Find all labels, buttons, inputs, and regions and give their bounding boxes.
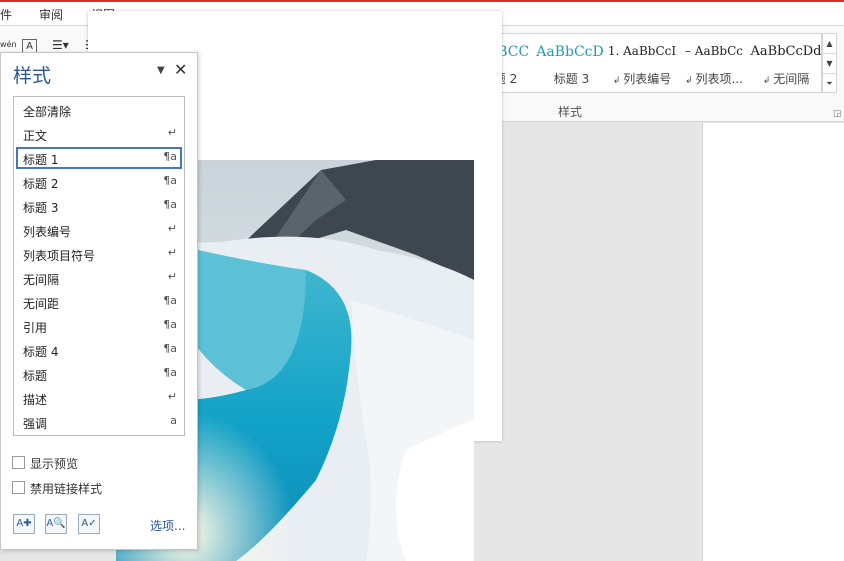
style-type-icon: ¶a — [163, 318, 177, 331]
gallery-scroll-down-icon[interactable]: ▼ — [823, 54, 836, 74]
style-type-icon: ¶a — [163, 366, 177, 379]
gallery-style-item[interactable]: AaBbCcDd ↲ 无间隔 — [750, 34, 822, 92]
pane-title: 样式 — [13, 65, 52, 87]
gallery-style-item[interactable]: 1. AaBbCcI ↲ 列表编号 — [606, 34, 678, 92]
gallery-style-label: 无间隔 — [773, 72, 810, 86]
gallery-style-sample: AaBbCcD — [536, 44, 604, 60]
style-name: 标题 2 — [23, 177, 59, 191]
tab-file[interactable]: 件 — [0, 6, 12, 23]
paragraph-mark-icon: ↲ — [762, 76, 771, 86]
style-list-item[interactable]: 无间距 ¶a — [16, 291, 182, 313]
style-name: 描述 — [23, 393, 48, 407]
show-preview-checkbox[interactable] — [12, 456, 25, 469]
style-list-item[interactable]: 标题 1 ¶a — [16, 147, 182, 169]
gallery-style-label: 列表编号 — [623, 72, 672, 86]
styles-pane: 样式 ▼ ✕ 全部清除 正文 ↵ 标题 1 ¶a 标题 2 ¶a 标题 3 ¶a 列表编号 ↵ 列表项… — [0, 52, 198, 550]
style-list-item[interactable]: 标题 ¶a — [16, 363, 182, 385]
style-list-item[interactable]: 列表项目符号 ↵ — [16, 243, 182, 265]
style-type-icon: ¶a — [163, 342, 177, 355]
styles-group-label: 样式 — [558, 105, 583, 119]
style-name: 全部清除 — [23, 105, 72, 119]
options-link[interactable]: 选项... — [150, 517, 185, 534]
style-name: 无间隔 — [23, 273, 60, 287]
style-list-item[interactable]: 标题 4 ¶a — [16, 339, 182, 361]
gallery-style-item[interactable]: – AaBbCc ↲ 列表项... — [678, 34, 750, 92]
gallery-style-sample: AaBbCcDd — [750, 44, 822, 59]
style-type-icon: ¶a — [163, 294, 177, 307]
style-list-item[interactable]: 列表编号 ↵ — [16, 219, 182, 241]
gallery-style-label: 标题 3 — [553, 72, 590, 86]
style-type-icon: ↵ — [167, 222, 177, 235]
style-name: 引用 — [23, 321, 48, 335]
gallery-style-label: 列表项... — [695, 72, 743, 86]
style-list: 全部清除 正文 ↵ 标题 1 ¶a 标题 2 ¶a 标题 3 ¶a 列表编号 ↵ 列表项目符号 ↵ 无间隔… — [13, 96, 185, 436]
style-list-item[interactable]: 标题 3 ¶a — [16, 195, 182, 217]
manage-styles-icon[interactable]: A✓ — [78, 514, 100, 534]
style-list-item[interactable]: 描述 ↵ — [16, 387, 182, 409]
gallery-style-name: 标题 3 — [534, 70, 606, 87]
phonetic-guide-button[interactable]: wén — [0, 40, 17, 49]
style-type-icon: ↵ — [167, 270, 177, 283]
close-icon[interactable]: ✕ — [174, 60, 187, 79]
style-name: 列表项目符号 — [23, 249, 96, 263]
gallery-scroll-up-icon[interactable]: ▲ — [823, 34, 836, 54]
style-name: 无间距 — [23, 297, 60, 311]
gallery-style-sample: – AaBbCc — [684, 44, 744, 58]
navigation-side-pane — [702, 123, 844, 561]
tab-review[interactable]: 审阅 — [39, 6, 63, 23]
style-list-item[interactable]: 全部清除 — [16, 99, 182, 121]
gallery-style-name: ↲ 无间隔 — [750, 70, 822, 87]
style-list-item[interactable]: 无间隔 ↵ — [16, 267, 182, 289]
style-list-item[interactable]: 引用 ¶a — [16, 315, 182, 337]
style-type-icon: ¶a — [163, 174, 177, 187]
disable-linked-styles-label: 禁用链接样式 — [30, 482, 103, 496]
style-name: 标题 1 — [23, 153, 59, 167]
style-type-icon: ↵ — [167, 246, 177, 259]
style-inspector-icon[interactable]: A🔍 — [45, 514, 67, 534]
gallery-style-name: ↲ 列表项... — [678, 70, 750, 87]
gallery-scrollbar[interactable]: ▲ ▼ ⏷ — [822, 33, 837, 93]
style-name: 标题 3 — [23, 201, 59, 215]
style-name: 强调 — [23, 417, 48, 431]
style-name: 列表编号 — [23, 225, 72, 239]
paragraph-mark-icon: ↲ — [685, 76, 693, 86]
style-type-icon: ↵ — [167, 126, 177, 139]
gallery-style-name: ↲ 列表编号 — [606, 70, 678, 87]
styles-dialog-launcher-icon[interactable]: ◲ — [833, 109, 842, 119]
new-style-icon[interactable]: A✚ — [13, 514, 35, 534]
show-preview-label: 显示预览 — [30, 457, 79, 471]
style-type-icon: ↵ — [167, 390, 177, 403]
style-type-icon: ¶a — [163, 198, 177, 211]
style-name: 正文 — [23, 129, 48, 143]
disable-linked-styles-checkbox[interactable] — [12, 481, 25, 494]
style-name: 标题 4 — [23, 345, 59, 359]
style-list-item[interactable]: 标题 2 ¶a — [16, 171, 182, 193]
style-type-icon: a — [170, 414, 177, 427]
gallery-style-item[interactable]: AaBbCcD 标题 3 — [534, 34, 606, 92]
pane-options-dropdown-icon[interactable]: ▼ — [157, 65, 165, 76]
style-type-icon: ¶a — [163, 150, 177, 163]
gallery-style-sample: 1. AaBbCcI — [607, 44, 677, 58]
style-name: 标题 — [23, 369, 48, 383]
bullets-icon[interactable]: ☰▾ — [52, 38, 69, 52]
paragraph-mark-icon: ↲ — [612, 76, 621, 86]
gallery-more-icon[interactable]: ⏷ — [823, 74, 836, 94]
style-list-item[interactable]: 强调 a — [16, 411, 182, 433]
style-list-item[interactable]: 正文 ↵ — [16, 123, 182, 145]
